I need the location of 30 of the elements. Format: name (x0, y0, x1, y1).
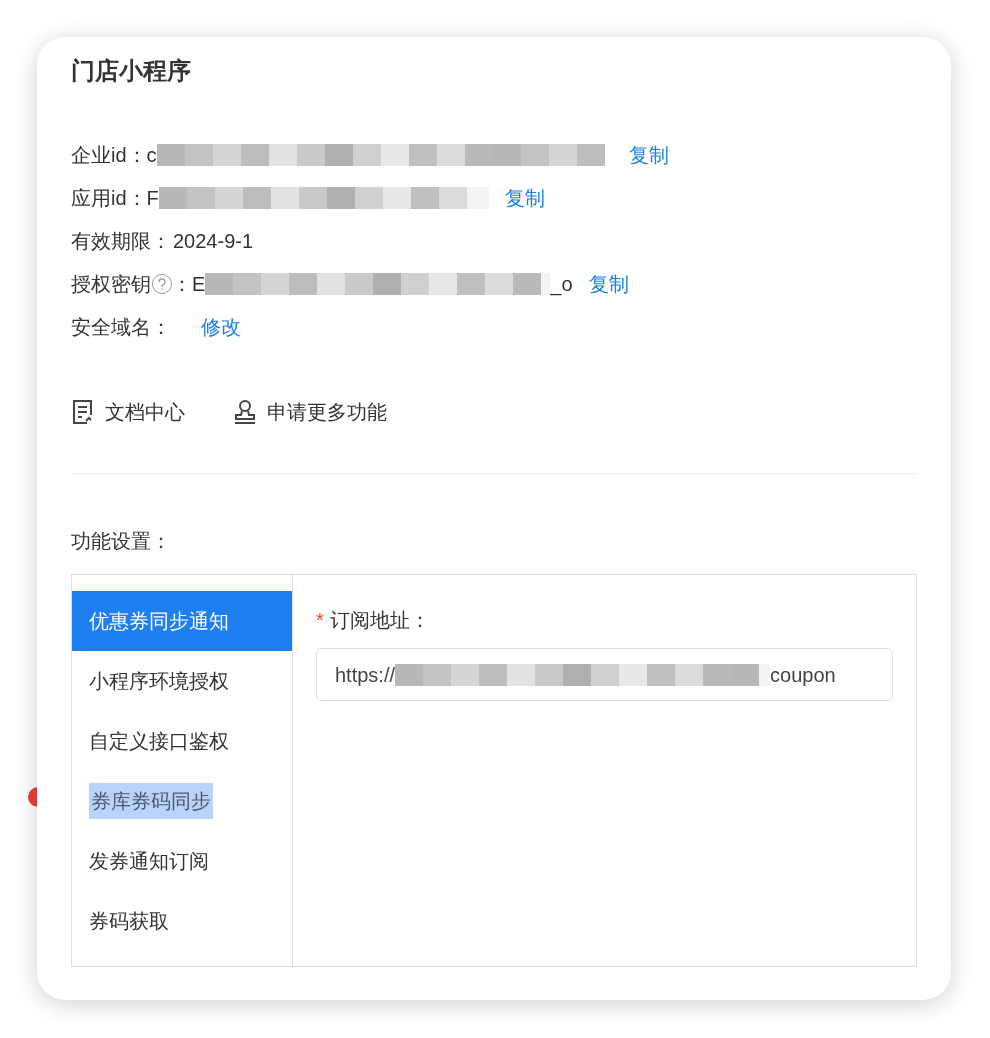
stamp-icon (233, 399, 257, 425)
menu-item[interactable]: 小程序环境授权 (72, 651, 292, 711)
field-label: 安全域名： (71, 315, 171, 340)
required-mark: * (316, 608, 324, 633)
menu-item[interactable]: 优惠券同步通知 (72, 591, 292, 651)
field-value: _o (550, 272, 573, 298)
input-field[interactable]: https:// coupon (316, 648, 893, 701)
menu-item[interactable]: 券库券码同步 (72, 771, 292, 831)
page-title: 门店小程序 (71, 56, 192, 86)
document-icon (71, 399, 95, 425)
copy-link[interactable]: 复制 (628, 140, 669, 170)
copy-link[interactable]: 复制 (588, 269, 629, 299)
field-value: c (146, 143, 157, 168)
field-label: 订阅地址： (329, 608, 430, 633)
section-label: 功能设置： (71, 529, 171, 554)
field-value: F (146, 186, 159, 211)
field-label: 应用id： (71, 186, 147, 211)
menu-item[interactable]: 自定义接口鉴权 (72, 711, 292, 771)
field-label: 授权密钥 (71, 272, 151, 297)
menu-item[interactable]: 券码获取 (72, 891, 292, 951)
copy-link[interactable]: 复制 (504, 183, 545, 213)
field-label: 有效期限： (71, 229, 171, 254)
menu-item[interactable]: 发券通知订阅 (72, 831, 292, 891)
edit-link[interactable]: 修改 (201, 312, 241, 342)
field-value: 2024-9-1 (173, 229, 254, 254)
field-value: E (192, 272, 206, 297)
field-label: ： (172, 272, 192, 297)
field-label: 企业id： (71, 143, 147, 168)
feature-link[interactable]: 申请更多功能 (233, 397, 387, 427)
feature-link[interactable]: 文档中心 (71, 397, 185, 427)
